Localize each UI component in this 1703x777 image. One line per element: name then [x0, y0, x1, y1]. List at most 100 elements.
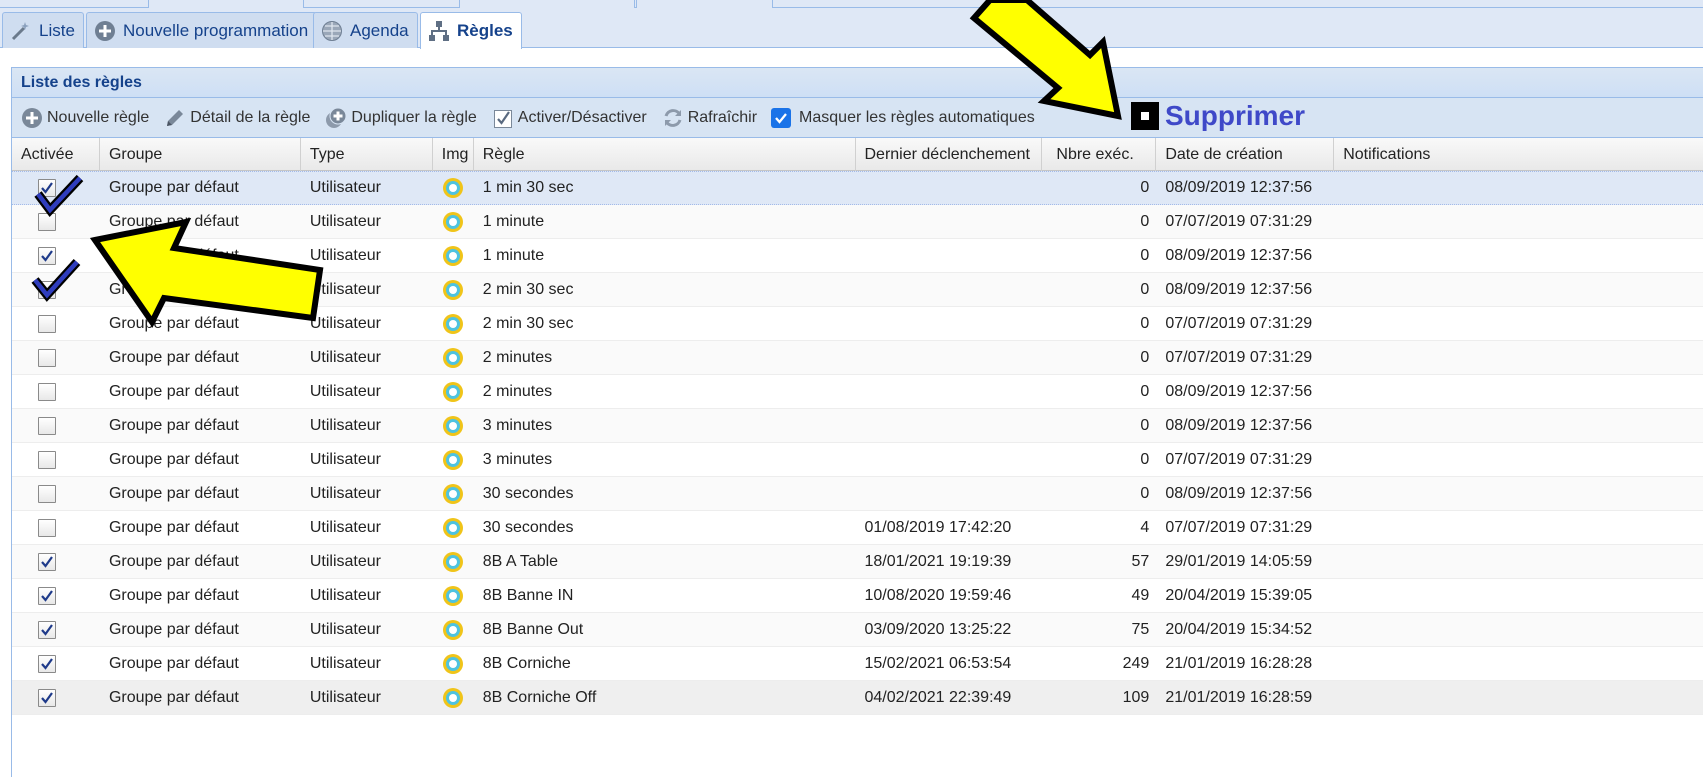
cell-notifications: [1334, 613, 1703, 646]
rules-panel: Liste des règles Nouvelle règle Détail d…: [11, 67, 1703, 777]
column-header-groupe[interactable]: Groupe: [100, 138, 301, 171]
cell-dernier-declenchement: [856, 341, 1043, 374]
cell-date-creation: 29/01/2019 14:05:59: [1165, 552, 1313, 570]
cell-dernier-declenchement: [856, 205, 1043, 238]
cell-img: [433, 647, 474, 680]
cell-type: Utilisateur: [309, 314, 381, 332]
column-header-date-creation[interactable]: Date de création: [1156, 138, 1335, 171]
column-header-nbre-exec[interactable]: Nbre exéc.: [1042, 138, 1157, 171]
cell-activee: [12, 341, 100, 374]
cell-dernier-declenchement: 04/02/2021 22:39:49: [864, 688, 1012, 706]
hidden-tab-segment: [148, 0, 304, 8]
cell-type: Utilisateur: [309, 212, 381, 230]
cell-groupe: Groupe par défaut: [108, 586, 239, 604]
cell-date-creation: 07/07/2019 07:31:29: [1165, 348, 1313, 366]
tab-agenda[interactable]: Agenda: [313, 12, 418, 48]
duplicate-rule-button[interactable]: Dupliquer la règle: [324, 106, 477, 130]
toggle-rule-button[interactable]: Activer/Désactiver: [491, 106, 647, 130]
column-header-dernier-declenchement[interactable]: Dernier déclenchement: [856, 138, 1043, 171]
tab-regles[interactable]: Règles: [420, 12, 522, 49]
checkbox-unchecked-icon[interactable]: [38, 314, 56, 333]
cell-activee: [12, 375, 100, 408]
delete-button[interactable]: Supprimer: [1131, 100, 1305, 132]
cell-type: Utilisateur: [309, 654, 381, 672]
table-row[interactable]: Groupe par défaut Utilisateur 2 min 30 sec…: [12, 307, 1703, 341]
cell-date-creation: 20/04/2019 15:39:05: [1165, 586, 1313, 604]
table-row[interactable]: Groupe par défaut Utilisateur 30 secondes 0…: [12, 511, 1703, 545]
cell-groupe: Groupe par défaut: [108, 212, 239, 230]
cell-date-creation: 08/09/2019 12:37:56: [1165, 280, 1313, 298]
tab-liste[interactable]: Liste: [2, 12, 84, 48]
checkbox-unchecked-icon[interactable]: [38, 518, 56, 537]
grid-header: Activée Groupe Type Img Règle Dernier dé…: [12, 138, 1703, 171]
column-header-type[interactable]: Type: [301, 138, 433, 171]
cell-notifications: [1334, 545, 1703, 578]
column-header-regle[interactable]: Règle: [474, 138, 856, 171]
hierarchy-icon: [427, 19, 451, 43]
rule-detail-button[interactable]: Détail de la règle: [163, 106, 310, 130]
cell-date-creation: 08/09/2019 12:37:56: [1165, 382, 1313, 400]
refresh-button[interactable]: Rafraîchir: [661, 106, 757, 130]
cell-type: Utilisateur: [309, 620, 381, 638]
new-rule-button[interactable]: Nouvelle règle: [20, 106, 149, 130]
table-row[interactable]: Groupe par défaut Utilisateur 8B Banne Out…: [12, 613, 1703, 647]
table-row[interactable]: Groupe par défaut Utilisateur 3 minutes 0 07…: [12, 443, 1703, 477]
checkbox-checked-icon[interactable]: [38, 179, 56, 197]
table-row[interactable]: Groupe par défaut Utilisateur 2 min 30 sec…: [12, 273, 1703, 307]
cell-img: [433, 443, 474, 476]
table-row[interactable]: Groupe par défaut Utilisateur 1 minute 0 08/…: [12, 239, 1703, 273]
checkbox-checked-icon[interactable]: [38, 620, 56, 639]
tab-nouvelle-programmation[interactable]: Nouvelle programmation: [86, 12, 318, 48]
cell-dernier-declenchement: [856, 409, 1043, 442]
cell-activee: [12, 443, 100, 476]
column-header-activee[interactable]: Activée: [12, 138, 100, 171]
table-row[interactable]: Groupe par défaut Utilisateur 2 minutes 0 08…: [12, 375, 1703, 409]
checkbox-unchecked-icon[interactable]: [38, 348, 56, 367]
cell-type: Utilisateur: [309, 348, 381, 366]
cell-type: Utilisateur: [309, 246, 381, 264]
cell-nbre-exec: 57: [1131, 552, 1150, 570]
table-row[interactable]: Groupe par défaut Utilisateur 8B Corniche …: [12, 681, 1703, 715]
checkbox-unchecked-icon[interactable]: [38, 212, 56, 231]
table-row[interactable]: Groupe par défaut Utilisateur 30 secondes 0…: [12, 477, 1703, 511]
table-row[interactable]: Groupe par défaut Utilisateur 1 min 30 sec…: [12, 171, 1703, 205]
table-row[interactable]: Groupe par défaut Utilisateur 8B Banne IN 1…: [12, 579, 1703, 613]
checkbox-checked-icon[interactable]: [38, 552, 56, 571]
cell-dernier-declenchement: [856, 375, 1043, 408]
cell-nbre-exec: 0: [1140, 382, 1150, 400]
checkbox-checked-icon[interactable]: [38, 688, 56, 707]
hide-auto-rules-toggle[interactable]: Masquer les règles automatiques: [771, 107, 1035, 128]
cell-notifications: [1334, 443, 1703, 476]
column-header-img[interactable]: Img: [433, 138, 474, 171]
cell-regle: 8B Corniche Off: [482, 688, 597, 706]
cell-dernier-declenchement: [856, 273, 1043, 306]
checkbox-checked-icon[interactable]: [38, 246, 56, 265]
checkbox-unchecked-icon[interactable]: [38, 450, 56, 469]
column-header-notifications[interactable]: Notifications: [1334, 138, 1703, 171]
table-row[interactable]: Groupe par défaut Utilisateur 8B Corniche 1…: [12, 647, 1703, 681]
checkbox-unchecked-icon[interactable]: [38, 484, 56, 503]
cell-nbre-exec: 249: [1122, 654, 1150, 672]
table-row[interactable]: Groupe par défaut Utilisateur 2 minutes 0 07…: [12, 341, 1703, 375]
table-row[interactable]: Groupe par défaut Utilisateur 8B A Table 18…: [12, 545, 1703, 579]
cell-img: [433, 375, 474, 408]
cell-date-creation: 08/09/2019 12:37:56: [1165, 416, 1313, 434]
checkbox-unchecked-icon[interactable]: [38, 416, 56, 435]
table-row[interactable]: Groupe par défaut Utilisateur 1 minute 0 07/…: [12, 205, 1703, 239]
checkbox-unchecked-icon[interactable]: [38, 382, 56, 401]
stop-square-icon: [1131, 102, 1159, 130]
cell-notifications: [1334, 511, 1703, 544]
cell-regle: 2 minutes: [482, 382, 553, 400]
checkbox-checked-icon[interactable]: [38, 654, 56, 673]
rule-detail-label: Détail de la règle: [190, 108, 311, 126]
hidden-tab-segment: [459, 0, 635, 8]
checkbox-checked-icon[interactable]: [38, 586, 56, 605]
cell-date-creation: 08/09/2019 12:37:56: [1165, 179, 1313, 196]
checkbox-checked-icon[interactable]: [771, 107, 792, 128]
checkbox-unchecked-icon[interactable]: [38, 280, 56, 299]
table-row[interactable]: Groupe par défaut Utilisateur 3 minutes 0 08…: [12, 409, 1703, 443]
cell-notifications: [1334, 205, 1703, 238]
cell-notifications: [1334, 579, 1703, 612]
cell-type: Utilisateur: [309, 416, 381, 434]
cell-nbre-exec: 0: [1140, 246, 1150, 264]
